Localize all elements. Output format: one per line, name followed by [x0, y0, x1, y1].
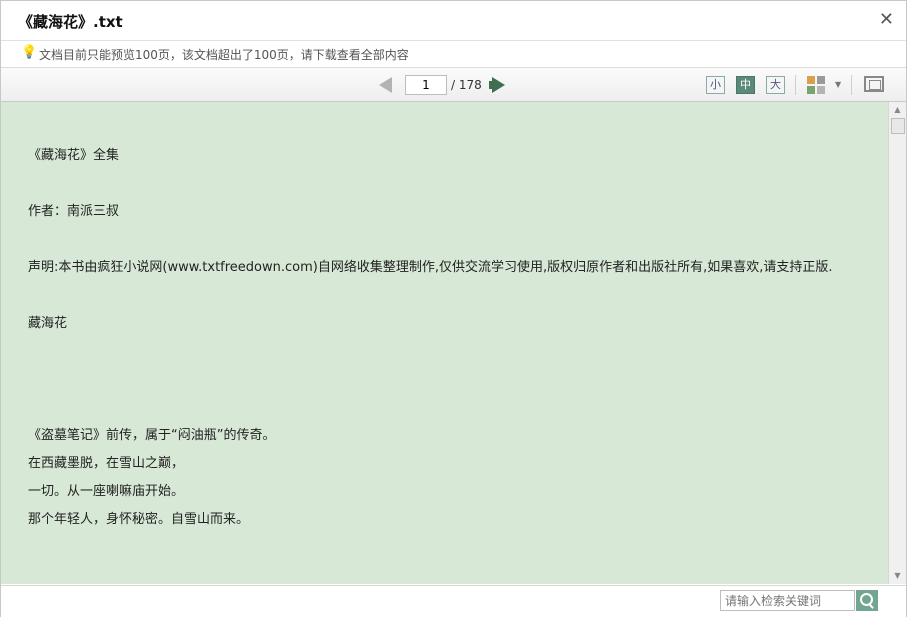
lightbulb-icon: 💡 [21, 45, 38, 60]
previous-page-icon[interactable] [379, 77, 392, 93]
color-theme-icon[interactable] [807, 76, 825, 94]
notice-text: 文档目前只能预览100页，该文档超出了100页，请下载查看全部内容 [39, 48, 409, 62]
document-line: 一切。从一座喇嘛庙开始。 [28, 484, 185, 499]
font-size-large-button[interactable]: 大 [766, 76, 785, 94]
document-line: 作者：南派三叔 [28, 204, 120, 219]
viewer-toolbar: / 178 小 中 大 ▼ [1, 68, 906, 102]
search-button[interactable] [856, 590, 878, 611]
document-line: 藏海花 [28, 316, 68, 331]
preview-notice: 💡 文档目前只能预览100页，该文档超出了100页，请下载查看全部内容 [1, 41, 906, 68]
vertical-scrollbar[interactable]: ▲ ▼ [888, 102, 906, 584]
viewer-footer [1, 585, 906, 617]
document-line [28, 338, 873, 366]
document-line [28, 366, 873, 394]
scroll-up-icon[interactable]: ▲ [891, 104, 904, 116]
document-viewer-window: 《藏海花》.txt ✕ 💡 文档目前只能预览100页，该文档超出了100页，请下… [0, 0, 907, 617]
search-input[interactable] [720, 590, 855, 611]
document-line [28, 170, 873, 198]
page-number-input[interactable] [405, 75, 447, 95]
scroll-down-icon[interactable]: ▼ [891, 570, 904, 582]
toolbar-divider [851, 75, 852, 95]
document-line: 声明:本书由疯狂小说网(www.txtfreedown.com)自网络收集整理制… [28, 260, 833, 275]
close-icon[interactable]: ✕ [879, 9, 894, 30]
next-page-icon[interactable] [489, 77, 505, 93]
toolbar-divider [795, 75, 796, 95]
document-line: 在西藏墨脱，在雪山之巅， [28, 456, 185, 471]
document-line: 《盗墓笔记》前传，属于“闷油瓶”的传奇。 [28, 428, 276, 443]
document-line: 那个年轻人，身怀秘密。自雪山而来。 [28, 512, 250, 527]
document-line [28, 394, 873, 422]
font-size-small-button[interactable]: 小 [706, 76, 725, 94]
document-line [28, 282, 873, 310]
document-content: 《藏海花》全集 作者：南派三叔声明:本书由疯狂小说网(www.txtfreedow… [1, 102, 888, 584]
window-title: 《藏海花》.txt [18, 13, 123, 31]
font-size-medium-button[interactable]: 中 [736, 76, 755, 94]
document-line [28, 226, 873, 254]
title-bar: 《藏海花》.txt ✕ [1, 1, 906, 41]
document-text: 《藏海花》全集 作者：南派三叔声明:本书由疯狂小说网(www.txtfreedow… [28, 142, 873, 534]
document-line: 《藏海花》全集 [28, 148, 120, 163]
scrollbar-thumb[interactable] [891, 118, 905, 134]
total-pages: / 178 [451, 78, 482, 92]
chevron-down-icon[interactable]: ▼ [835, 80, 841, 89]
fullscreen-icon[interactable] [864, 76, 884, 92]
